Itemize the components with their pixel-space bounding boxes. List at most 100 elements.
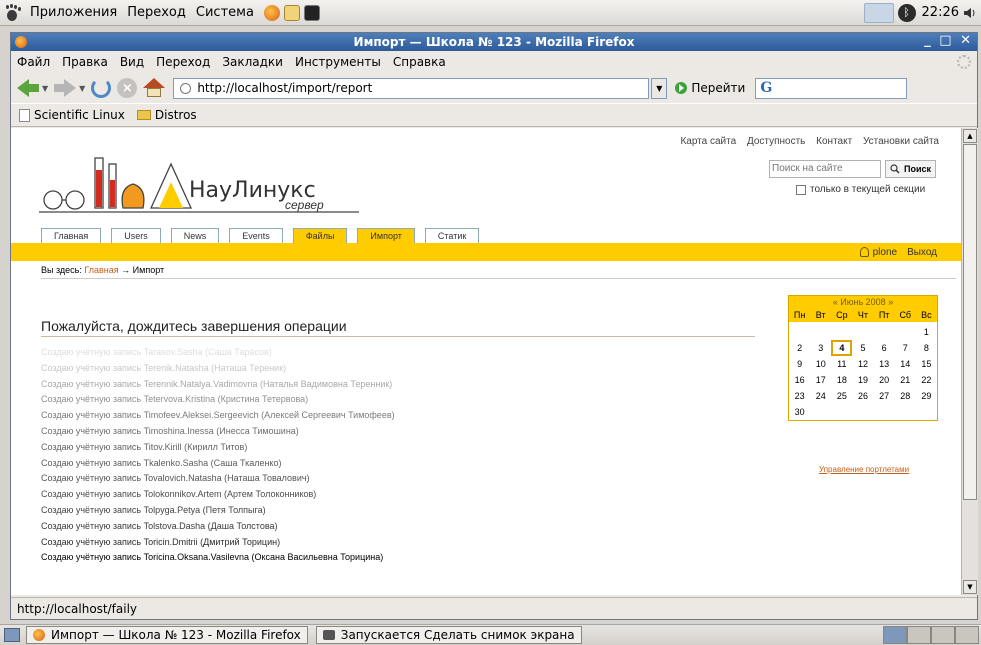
url-history-dropdown[interactable]: ▼ <box>651 77 668 99</box>
calendar-day[interactable]: 2 <box>789 340 810 356</box>
firefox-launcher-icon[interactable] <box>263 4 280 21</box>
workspace-switcher[interactable] <box>883 626 979 644</box>
url-bar[interactable]: http://localhost/import/report <box>173 77 650 99</box>
calendar-header[interactable]: « Июнь 2008 » <box>789 296 937 309</box>
menu-go[interactable]: Переход <box>156 55 210 69</box>
panel-menu-places[interactable]: Переход <box>127 5 186 20</box>
calendar-day[interactable]: 23 <box>789 388 810 404</box>
site-search-button[interactable]: Поиск <box>885 160 937 178</box>
calendar-day[interactable]: 18 <box>831 372 852 388</box>
firefox-window-icon[interactable] <box>15 36 27 48</box>
calendar-day[interactable]: 1 <box>916 324 937 340</box>
calendar-day[interactable]: 25 <box>831 388 852 404</box>
log-line: Создаю учётную запись Toricin.Dmitrii (Д… <box>41 536 281 547</box>
calendar-day[interactable]: 14 <box>895 356 916 372</box>
stop-button[interactable]: × <box>117 78 138 98</box>
task-screenshot[interactable]: Запускается Сделать снимок экрана <box>315 626 582 644</box>
calendar-day[interactable]: 30 <box>789 404 810 420</box>
menu-view[interactable]: Вид <box>120 55 144 69</box>
site-search-input[interactable]: Поиск на сайте <box>769 160 881 178</box>
reload-button[interactable] <box>91 78 112 98</box>
scrollbar-thumb[interactable] <box>963 144 977 500</box>
search-engine-input[interactable]: G <box>755 77 908 99</box>
calendar-day[interactable]: 10 <box>810 356 831 372</box>
menu-edit[interactable]: Правка <box>62 55 108 69</box>
calendar-day[interactable]: 9 <box>789 356 810 372</box>
workspace-1[interactable] <box>883 626 907 644</box>
tab-static[interactable]: Статик <box>424 228 480 243</box>
tab-events[interactable]: Events <box>229 228 283 243</box>
forward-button[interactable]: ▼ <box>54 79 85 97</box>
tab-users[interactable]: Users <box>111 228 161 243</box>
manage-portlets-link[interactable]: Управление портлетами <box>819 465 909 474</box>
volume-icon[interactable] <box>963 7 977 19</box>
back-button[interactable]: ▼ <box>17 79 48 97</box>
calendar-day[interactable]: 21 <box>895 372 916 388</box>
user-name-link[interactable]: plone <box>873 247 897 258</box>
calendar-day[interactable]: 26 <box>852 388 873 404</box>
forward-dropdown-icon[interactable]: ▼ <box>79 84 85 93</box>
google-icon[interactable]: G <box>760 80 772 96</box>
calendar-day[interactable]: 6 <box>874 340 895 356</box>
panel-clock[interactable]: 22:26 <box>922 5 959 20</box>
tab-home[interactable]: Главная <box>41 228 102 243</box>
tab-news[interactable]: News <box>170 228 220 243</box>
calendar-day[interactable]: 24 <box>810 388 831 404</box>
search-section-checkbox[interactable] <box>796 184 806 195</box>
calendar-day[interactable]: 13 <box>874 356 895 372</box>
window-controls[interactable]: _ □ ✕ <box>924 33 973 48</box>
tab-files[interactable]: Файлы <box>292 228 348 243</box>
bookmark-scientific-linux[interactable]: Scientific Linux <box>19 108 125 122</box>
calendar-day[interactable]: 8 <box>916 340 937 356</box>
menu-tools[interactable]: Инструменты <box>295 55 381 69</box>
workspace-2[interactable] <box>907 626 931 644</box>
calendar-day[interactable]: 5 <box>852 340 873 356</box>
site-action-contact[interactable]: Контакт <box>816 136 852 147</box>
calendar-day[interactable]: 17 <box>810 372 831 388</box>
bookmark-folder-distros[interactable]: Distros <box>136 108 197 122</box>
breadcrumb-home-link[interactable]: Главная <box>84 265 118 275</box>
page-scrollbar[interactable]: ▲ ▼ <box>961 128 978 595</box>
site-action-accessibility[interactable]: Доступность <box>747 136 805 147</box>
calendar-day[interactable]: 27 <box>874 388 895 404</box>
menu-file[interactable]: Файл <box>17 55 50 69</box>
calendar-day[interactable]: 16 <box>789 372 810 388</box>
calendar-day[interactable]: 22 <box>916 372 937 388</box>
site-action-settings[interactable]: Установки сайта <box>863 136 939 147</box>
scroll-up-arrow-icon[interactable]: ▲ <box>963 129 977 143</box>
calendar-day[interactable]: 7 <box>895 340 916 356</box>
calendar-day[interactable]: 15 <box>916 356 937 372</box>
workspace-3[interactable] <box>931 626 955 644</box>
workspace-4[interactable] <box>955 626 979 644</box>
scroll-down-arrow-icon[interactable]: ▼ <box>963 580 977 594</box>
go-label: Перейти <box>691 81 746 95</box>
calendar-day[interactable]: 29 <box>916 388 937 404</box>
panel-menu-applications[interactable]: Приложения <box>30 5 117 20</box>
terminal-launcher-icon[interactable] <box>303 4 320 21</box>
tab-import[interactable]: Импорт <box>357 228 415 243</box>
mail-launcher-icon[interactable] <box>283 4 300 21</box>
calendar-day[interactable]: 4 <box>831 340 853 356</box>
site-action-sitemap[interactable]: Карта сайта <box>680 136 736 147</box>
site-logo[interactable]: НауЛинукс сервер <box>39 150 369 222</box>
task-firefox[interactable]: Импорт — Школа № 123 - Mozilla Firefox <box>26 626 308 644</box>
show-desktop-icon[interactable] <box>4 628 20 642</box>
menu-help[interactable]: Справка <box>393 55 446 69</box>
logout-link[interactable]: Выход <box>907 247 937 258</box>
gnome-foot-icon[interactable] <box>5 3 23 22</box>
calendar-day[interactable]: 3 <box>810 340 831 356</box>
calendar-day[interactable]: 12 <box>852 356 873 372</box>
home-button[interactable] <box>143 78 166 98</box>
back-dropdown-icon[interactable]: ▼ <box>42 84 48 93</box>
search-current-section[interactable]: только в текущей секции <box>796 184 925 195</box>
calendar-day[interactable]: 19 <box>852 372 873 388</box>
menu-bookmarks[interactable]: Закладки <box>222 55 283 69</box>
calendar-day[interactable]: 28 <box>895 388 916 404</box>
calendar-day[interactable]: 11 <box>831 356 852 372</box>
calendar-day[interactable]: 20 <box>874 372 895 388</box>
go-button[interactable]: Перейти <box>675 81 745 95</box>
bluetooth-icon[interactable]: ᛒ <box>897 3 916 22</box>
window-titlebar[interactable]: Импорт — Школа № 123 - Mozilla Firefox _… <box>11 33 977 51</box>
network-monitor-icon[interactable] <box>863 2 894 23</box>
panel-menu-system[interactable]: Система <box>196 5 254 20</box>
